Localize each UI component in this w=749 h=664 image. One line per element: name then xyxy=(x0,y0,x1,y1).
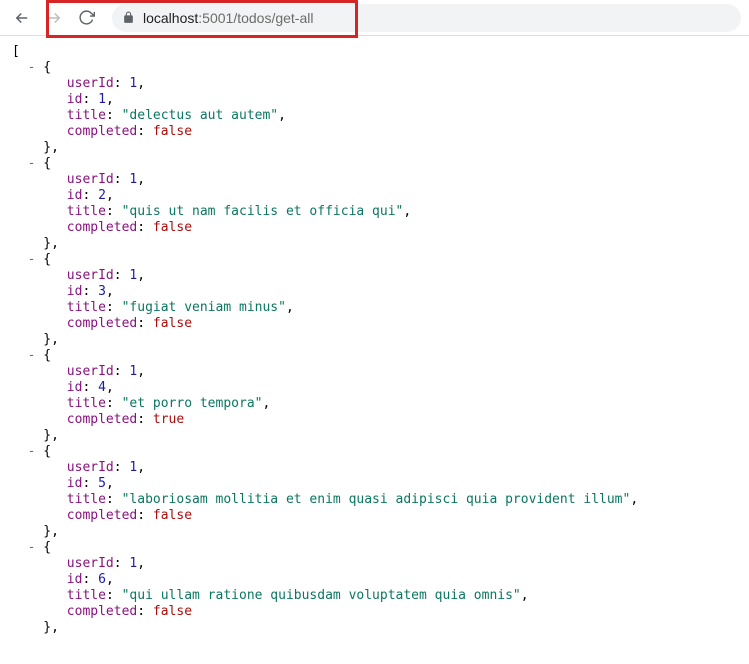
collapse-toggle[interactable]: - xyxy=(28,60,36,75)
collapse-toggle[interactable]: - xyxy=(28,540,36,555)
forward-button[interactable] xyxy=(40,4,68,32)
back-button[interactable] xyxy=(8,4,36,32)
reload-icon xyxy=(78,9,95,26)
address-bar[interactable]: localhost:5001/todos/get-all xyxy=(112,4,741,32)
collapse-toggle[interactable]: - xyxy=(28,252,36,267)
url-text: localhost:5001/todos/get-all xyxy=(143,10,313,26)
lock-icon xyxy=(122,11,135,24)
collapse-toggle[interactable]: - xyxy=(28,444,36,459)
reload-button[interactable] xyxy=(72,4,100,32)
arrow-left-icon xyxy=(13,9,31,27)
arrow-right-icon xyxy=(45,9,63,27)
collapse-toggle[interactable]: - xyxy=(28,348,36,363)
json-viewer: [ - { userId: 1, id: 1, title: "delectus… xyxy=(0,36,749,644)
browser-toolbar: localhost:5001/todos/get-all xyxy=(0,0,749,36)
collapse-toggle[interactable]: - xyxy=(28,156,36,171)
